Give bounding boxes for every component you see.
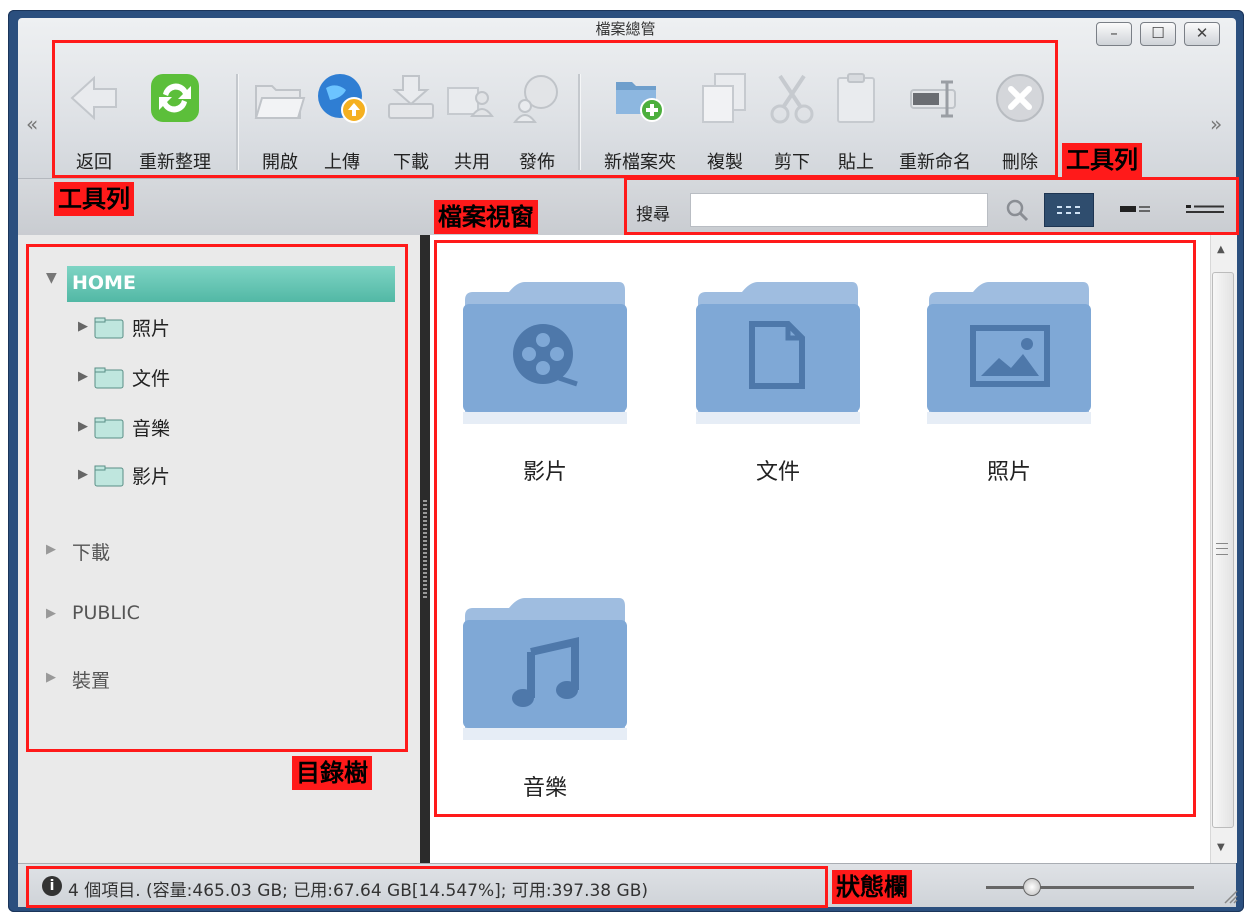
- toolbar-annotation-label-2: 工具列: [54, 182, 134, 216]
- maximize-button[interactable]: ☐: [1140, 22, 1176, 46]
- scroll-down-arrow-icon[interactable]: ▼: [1217, 842, 1225, 853]
- minimize-button[interactable]: –: [1096, 22, 1132, 46]
- zoom-slider-knob[interactable]: [1022, 878, 1041, 896]
- search-highlight-box: [624, 177, 1239, 235]
- close-window-button[interactable]: ✕: [1184, 22, 1220, 46]
- toolbar-scroll-left[interactable]: «: [26, 112, 38, 136]
- minimize-icon: –: [1110, 24, 1118, 42]
- status-annotation-label: 狀態欄: [832, 870, 912, 904]
- directory-tree-highlight-box: [26, 244, 408, 752]
- window-title: 檔案總管: [595, 20, 656, 38]
- scroll-grip-icon: [1216, 543, 1228, 555]
- toolbar-highlight-box: [52, 40, 1058, 178]
- zoom-slider-track[interactable]: [986, 886, 1194, 889]
- status-highlight-box: [26, 866, 828, 908]
- file-view-highlight-box: [434, 240, 1196, 817]
- file-view-annotation-label: 檔案視窗: [434, 200, 538, 234]
- splitter-grip[interactable]: [423, 500, 427, 600]
- maximize-icon: ☐: [1151, 24, 1165, 42]
- toolbar-scroll-right[interactable]: »: [1210, 112, 1222, 136]
- resize-grip-icon[interactable]: [1222, 888, 1238, 904]
- directory-tree-annotation-label: 目錄樹: [292, 756, 372, 790]
- scroll-up-arrow-icon[interactable]: ▲: [1217, 244, 1225, 255]
- toolbar-annotation-label: 工具列: [1062, 143, 1142, 177]
- close-icon: ✕: [1195, 24, 1209, 42]
